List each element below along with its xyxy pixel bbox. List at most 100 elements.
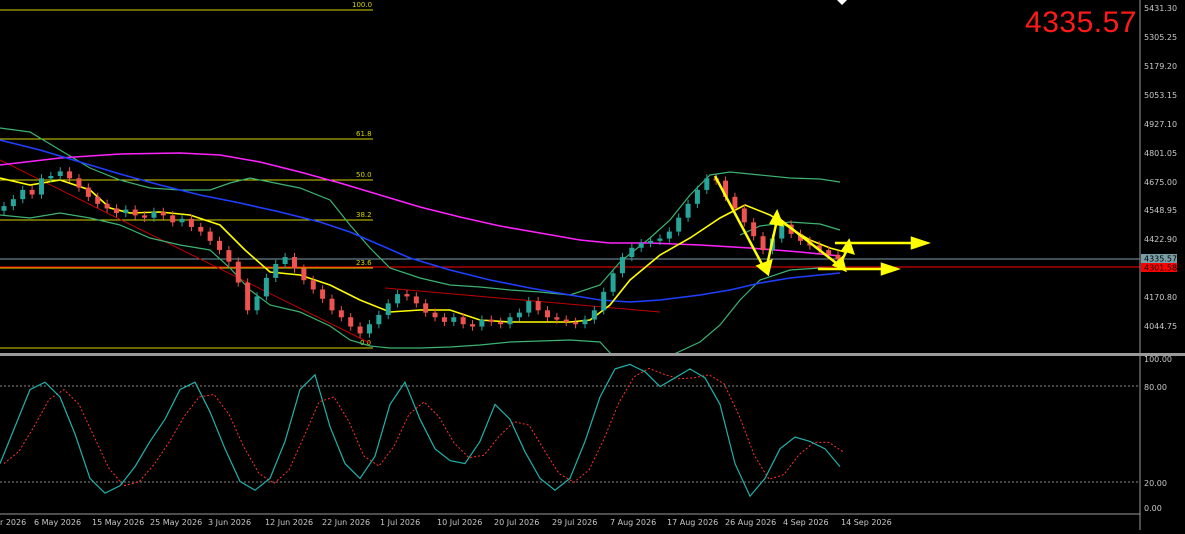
candle-bull	[10, 199, 16, 207]
ma-fast-line	[0, 177, 846, 323]
fibonacci-retracement[interactable]: 100.0 61.8 50.0 38.2 23.6 0.0	[0, 1, 373, 349]
stoch-tick: 0.00	[1144, 504, 1162, 513]
fib-label-38-2: 38.2	[356, 211, 372, 219]
candlesticks	[1, 167, 841, 338]
candle-bull	[395, 294, 401, 304]
stoch-tick: 80.00	[1144, 383, 1167, 392]
candle-bear	[460, 317, 466, 325]
bollinger-lower-right	[671, 267, 841, 356]
bollinger-lower	[0, 212, 613, 356]
candle-bear	[423, 303, 429, 313]
price-tick: 5179.20	[1144, 62, 1177, 71]
candle-bear	[76, 178, 82, 188]
candle-bear	[301, 268, 307, 281]
candle-bear	[573, 321, 579, 325]
candle-bear	[432, 312, 438, 318]
candle-bear	[413, 296, 419, 304]
candle-bull	[704, 178, 710, 190]
candle-bull	[451, 317, 457, 322]
candle-bull	[779, 224, 785, 239]
candle-bull	[263, 277, 269, 297]
price-tick: 4801.05	[1144, 149, 1177, 158]
candle-bear	[67, 171, 73, 179]
candle-bear	[132, 209, 138, 216]
candle-bull	[526, 301, 532, 313]
stochastic-pane[interactable]: 100.00 80.00 20.00 0.00	[0, 355, 1172, 513]
level-price-tag: 4301.58	[1141, 263, 1177, 273]
fib-label-61-8: 61.8	[356, 130, 372, 138]
time-label: 20 Jul 2026	[494, 518, 539, 527]
candle-bull	[591, 310, 597, 320]
candle-bull	[273, 264, 279, 278]
candle-bull	[629, 247, 635, 258]
candle-bull	[254, 296, 260, 311]
candle-bear	[170, 215, 176, 223]
candle-bear	[348, 317, 354, 327]
time-label: 7 Aug 2026	[610, 518, 656, 527]
candle-bull	[601, 291, 607, 311]
candle-bull	[685, 203, 691, 218]
candle-bull	[479, 319, 485, 327]
candle-bull	[694, 189, 700, 204]
candle-bull	[38, 178, 44, 195]
candle-bear	[113, 208, 119, 214]
candle-bear	[217, 240, 223, 251]
bid-price-tag: 4335.57	[1141, 254, 1177, 264]
price-tick: 5053.15	[1144, 91, 1177, 100]
candle-bear	[732, 196, 738, 209]
arrow-right-lower-head	[880, 262, 901, 276]
stoch-tick: 20.00	[1144, 479, 1167, 488]
candle-bear	[320, 289, 326, 299]
fib-label-100: 100.0	[352, 1, 372, 9]
candle-bull	[57, 171, 63, 176]
candle-bear	[741, 208, 747, 223]
price-axis[interactable]: 5431.30 5305.25 5179.20 5053.15 4927.10 …	[1144, 4, 1177, 331]
time-label: 22 Jun 2026	[322, 518, 370, 527]
time-label: 3 Jun 2026	[208, 518, 251, 527]
candle-bull	[582, 319, 588, 325]
price-tick: 4044.75	[1144, 322, 1177, 331]
price-tick: 4675.00	[1144, 178, 1177, 187]
arrow-right-upper-head	[910, 236, 931, 250]
candle-bear	[95, 196, 101, 204]
pane-separator[interactable]	[0, 353, 1185, 356]
arrow-down-1	[713, 175, 766, 269]
candle-bear	[226, 250, 232, 262]
chart-window[interactable]: 100.0 61.8 50.0 38.2 23.6 0.0 5431.30 53…	[0, 0, 1185, 530]
time-axis[interactable]: r 2026 6 May 2026 15 May 2026 25 May 202…	[0, 518, 892, 527]
time-label: 26 Aug 2026	[725, 518, 776, 527]
candle-bear	[554, 317, 560, 320]
time-label: r 2026	[0, 518, 26, 527]
current-price-display: 4335.57	[1025, 6, 1137, 39]
candle-bear	[291, 257, 297, 269]
time-label: 15 May 2026	[92, 518, 144, 527]
candle-bull	[48, 176, 54, 179]
time-label: 10 Jul 2026	[437, 518, 482, 527]
fib-label-23-6: 23.6	[356, 259, 372, 267]
shift-marker-icon[interactable]	[837, 0, 847, 5]
price-chart-canvas[interactable]: 100.0 61.8 50.0 38.2 23.6 0.0 5431.30 53…	[0, 0, 1185, 530]
candle-bull	[1, 206, 7, 211]
candle-bull	[638, 243, 644, 248]
time-label: 4 Sep 2026	[783, 518, 829, 527]
price-tick: 4170.80	[1144, 293, 1177, 302]
price-tick: 5431.30	[1144, 4, 1177, 13]
candle-bull	[366, 324, 372, 334]
price-tick: 5305.25	[1144, 33, 1177, 42]
trend-line-down[interactable]	[0, 159, 371, 344]
candle-bear	[357, 326, 363, 334]
candle-bull	[666, 231, 672, 239]
candle-bull	[619, 257, 625, 274]
candle-bear	[488, 319, 494, 322]
price-tick: 4548.95	[1144, 206, 1177, 215]
candle-bear	[198, 226, 204, 232]
time-label: 25 May 2026	[150, 518, 202, 527]
stochastic-main-line	[0, 363, 841, 498]
candle-bull	[151, 211, 157, 218]
candle-bear	[545, 310, 551, 318]
candle-bear	[498, 321, 504, 325]
fib-label-50: 50.0	[356, 171, 372, 179]
candle-bear	[85, 187, 91, 197]
candle-bull	[648, 240, 654, 244]
candle-bull	[123, 209, 129, 214]
